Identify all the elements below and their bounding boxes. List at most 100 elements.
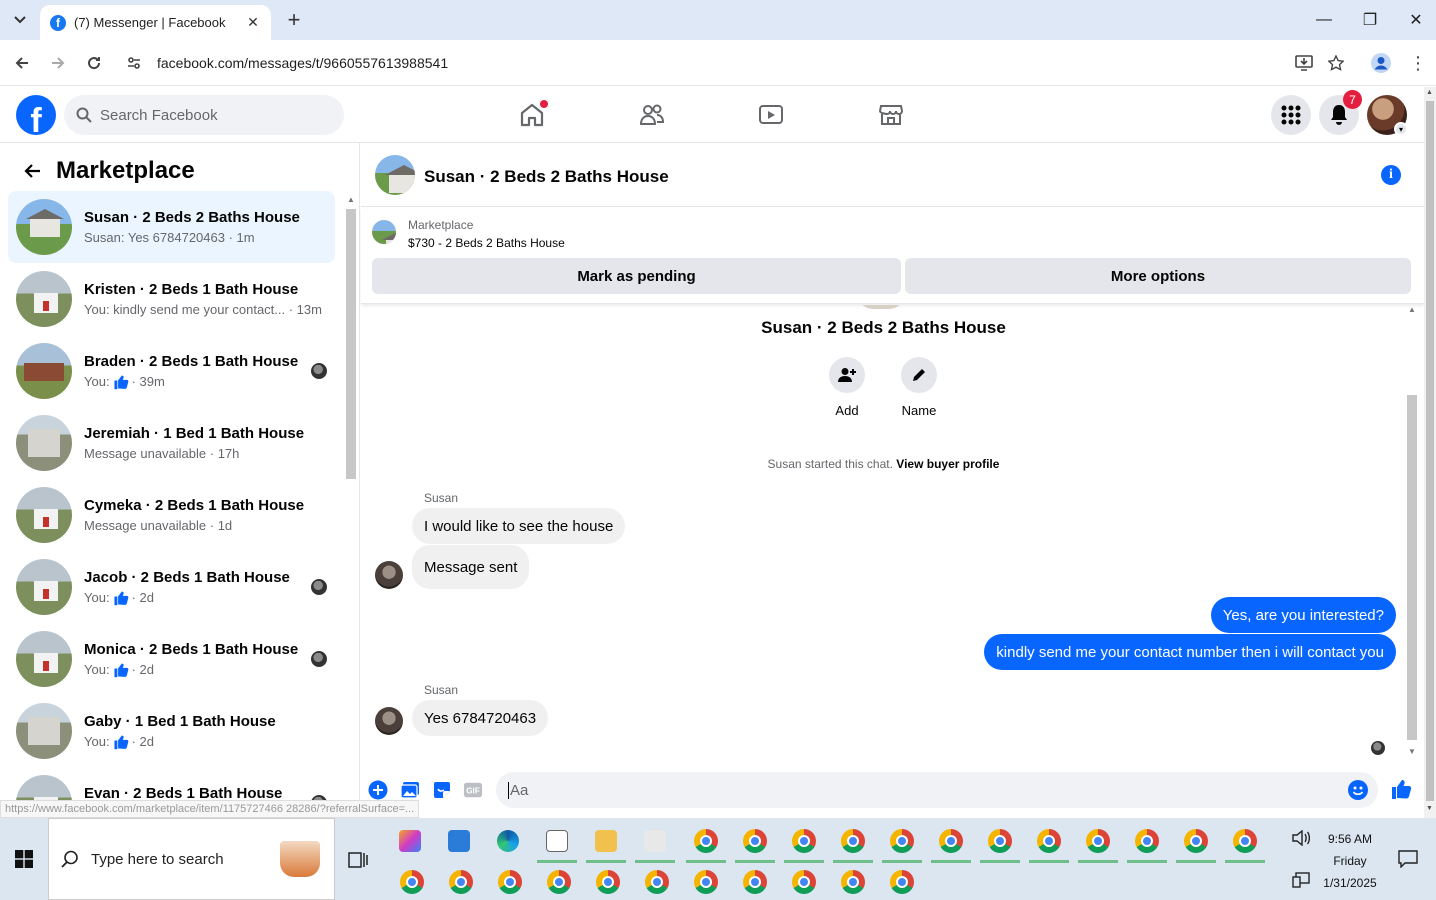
mark-as-pending-button[interactable]: Mark as pending [372,258,901,294]
page-scrollbar[interactable]: ▲ ▼ [1424,87,1436,818]
message-input[interactable]: Aa [496,772,1378,808]
chrome-window-icon[interactable] [1176,825,1216,863]
conversation-item[interactable]: Cymeka · 2 Beds 1 Bath House Message unav… [8,479,335,551]
sender-avatar[interactable] [375,561,403,589]
account-chevron-down-icon[interactable]: ▾ [1394,122,1408,136]
preview-text: Message unavailable · 1d [84,518,233,533]
address-bar[interactable]: facebook.com/messages/t/9660557613988541 [118,46,1354,80]
chat-title[interactable]: Susan · 2 Beds 2 Baths House [424,167,669,187]
chrome-window-icon[interactable] [1029,825,1069,863]
gif-icon[interactable]: GIF [463,780,483,800]
windows-start-button[interactable] [0,818,48,900]
outgoing-message[interactable]: Yes, are you interested? [1210,597,1396,633]
incoming-message[interactable]: Message sent [412,545,530,589]
edge-icon[interactable] [492,825,524,857]
chrome-window-icon[interactable] [1127,825,1167,863]
chrome-window-icon[interactable] [833,825,873,863]
outgoing-message[interactable]: kindly send me your contact number then … [984,634,1396,670]
chrome-window-icon[interactable] [641,866,673,898]
browser-tab-active[interactable]: f (7) Messenger | Facebook ✕ [40,5,271,40]
microsoft-store-icon[interactable] [443,825,475,857]
chrome-window-icon[interactable] [1078,825,1118,863]
taskbar-search-box[interactable]: Type here to search [48,818,335,900]
browser-menu-icon[interactable]: ⋮ [1405,50,1431,76]
marketplace-nav-icon[interactable] [875,99,907,131]
system-clock[interactable]: 9:56 AM Friday 1/31/2025 [1310,828,1390,894]
add-person-icon[interactable] [829,357,865,393]
incoming-message[interactable]: Yes 6784720463 [412,700,549,736]
conversation-item[interactable]: Braden · 2 Beds 1 Bath House You: · 39m [8,335,335,407]
chrome-window-icon[interactable] [784,825,824,863]
file-icon[interactable] [537,825,577,863]
chrome-window-icon[interactable] [686,825,726,863]
menu-grid-button[interactable] [1271,95,1311,135]
conversation-list-scrollbar[interactable]: ▲ ▼ [344,193,358,818]
install-app-icon[interactable] [1290,49,1318,77]
chrome-window-icon[interactable] [1225,825,1265,863]
facebook-logo-icon[interactable]: f [16,95,56,135]
incoming-message[interactable]: I would like to see the house [412,508,626,544]
site-info-icon[interactable] [122,51,146,75]
chrome-window-icon[interactable] [592,866,624,898]
notification-center-icon[interactable] [1392,843,1424,875]
chrome-window-icon[interactable] [886,866,918,898]
reload-button[interactable] [81,50,107,76]
new-tab-button[interactable]: + [282,7,306,32]
chrome-window-icon[interactable] [543,866,575,898]
sticker-icon[interactable] [432,780,452,800]
chrome-window-icon[interactable] [837,866,869,898]
file-explorer-icon[interactable] [586,825,626,863]
info-icon[interactable]: i [1381,165,1401,185]
minimize-button[interactable]: — [1301,0,1347,40]
conversation-item[interactable]: Monica · 2 Beds 1 Bath House You: · 2d [8,623,335,695]
chrome-window-icon[interactable] [882,825,922,863]
bookmark-star-icon[interactable] [1322,49,1350,77]
back-button[interactable] [9,50,35,76]
conversation-item[interactable]: Gaby · 1 Bed 1 Bath House You: · 2d [8,695,335,767]
marketplace-label: Marketplace [408,218,474,232]
chrome-window-icon[interactable] [739,866,771,898]
home-nav-icon[interactable] [516,99,548,131]
pencil-icon[interactable] [901,357,937,393]
chat-scrollbar[interactable]: ▲ ▼ [1404,305,1420,763]
profile-icon[interactable] [1368,50,1394,76]
forward-button[interactable] [45,50,71,76]
tab-close-icon[interactable]: ✕ [245,14,261,31]
chrome-window-icon[interactable] [735,825,775,863]
chat-listing-avatar[interactable] [375,155,415,195]
chrome-window-icon[interactable] [396,866,428,898]
emoji-icon[interactable] [1348,780,1368,800]
chrome-window-icon[interactable] [980,825,1020,863]
attach-photo-icon[interactable] [400,780,420,800]
thumbs-up-send-icon[interactable] [1389,777,1413,801]
chrome-window-icon[interactable] [788,866,820,898]
conversation-item[interactable]: Kristen · 2 Beds 1 Bath House You: kindly… [8,263,335,335]
view-buyer-profile-link[interactable]: View buyer profile [896,457,999,471]
url-text[interactable]: facebook.com/messages/t/9660557613988541 [157,55,1290,71]
copilot-icon[interactable] [394,825,426,857]
listing-price-title[interactable]: $730 - 2 Beds 2 Baths House [408,236,565,250]
chrome-window-icon[interactable] [931,825,971,863]
chrome-window-icon[interactable] [445,866,477,898]
conversation-item[interactable]: Jeremiah · 1 Bed 1 Bath House Message una… [8,407,335,479]
tab-search-dropdown-icon[interactable] [6,6,34,34]
back-arrow-icon[interactable] [16,155,48,187]
sender-avatar[interactable] [375,707,403,735]
add-action[interactable]: Add [817,357,877,418]
close-window-button[interactable]: ✕ [1393,0,1436,40]
conversation-name: Kristen · 2 Beds 1 Bath House [84,281,299,298]
chrome-window-icon[interactable] [690,866,722,898]
chrome-window-icon[interactable] [494,866,526,898]
friends-nav-icon[interactable] [636,99,668,131]
conversation-item[interactable]: Jacob · 2 Beds 1 Bath House You: · 2d [8,551,335,623]
task-view-icon[interactable] [346,848,370,872]
paint-icon[interactable] [635,825,675,863]
watch-nav-icon[interactable] [755,99,787,131]
conversation-item[interactable]: Susan · 2 Beds 2 Baths House Susan: Yes 6… [8,191,335,263]
name-action[interactable]: Name [889,357,949,418]
maximize-button[interactable]: ❐ [1347,0,1393,40]
listing-thumbnail[interactable] [372,220,396,244]
facebook-search-input[interactable]: Search Facebook [64,95,344,135]
more-actions-plus-icon[interactable] [368,780,388,800]
more-options-button[interactable]: More options [905,258,1411,294]
